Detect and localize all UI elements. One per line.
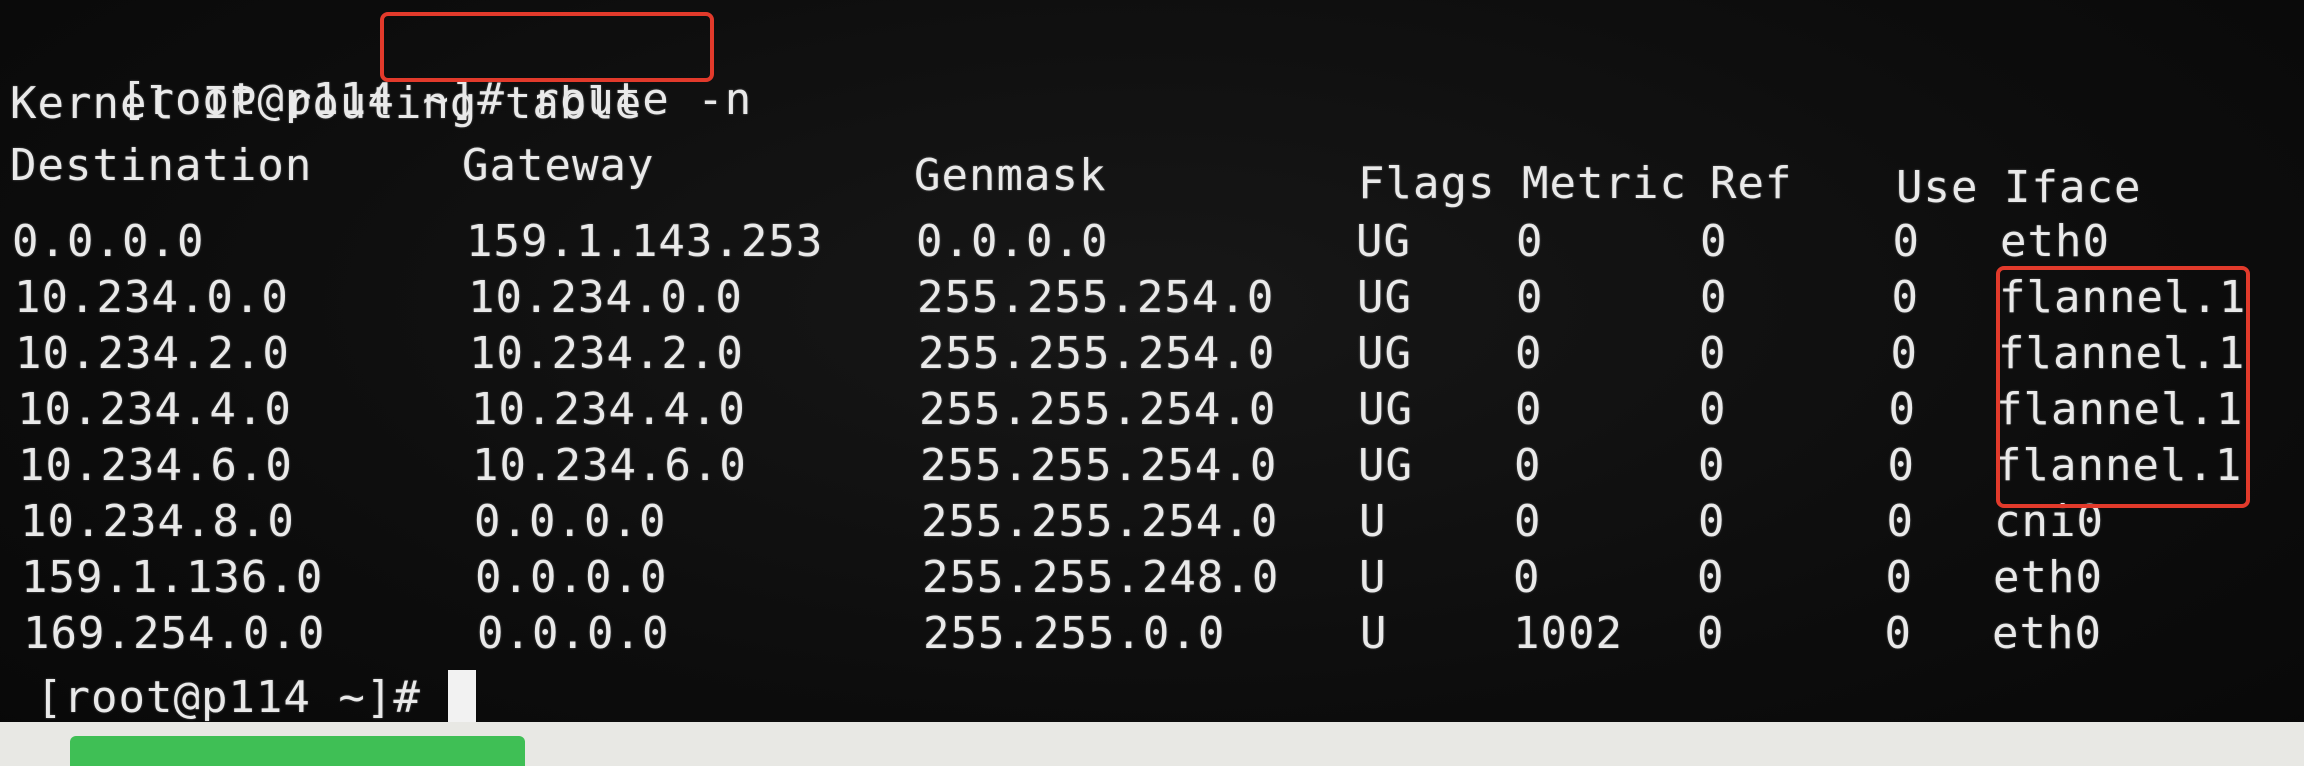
cell-gateway: 10.234.6.0 [472,440,747,491]
cell-destination: 169.254.0.0 [23,608,326,659]
cell-ref: 0 [1697,552,1725,603]
cell-use: 0 [1884,608,1912,659]
cell-metric: 0 [1516,216,1544,267]
cell-destination: 0.0.0.0 [12,216,205,267]
cell-gateway: 0.0.0.0 [475,552,668,603]
cell-destination: 10.234.2.0 [15,328,290,379]
cell-ref: 0 [1698,496,1726,547]
cell-metric: 0 [1514,440,1542,491]
cell-use: 0 [1892,216,1920,267]
header-genmask: Genmask [914,150,1107,201]
cell-flags: U [1359,496,1387,547]
text-cursor [448,670,476,726]
header-flags: Flags [1358,158,1496,209]
cell-destination: 10.234.0.0 [14,272,289,323]
cell-destination: 10.234.8.0 [20,496,295,547]
cell-metric: 0 [1515,328,1543,379]
cell-genmask: 0.0.0.0 [916,216,1109,267]
cell-gateway: 10.234.4.0 [471,384,746,435]
cell-metric: 0 [1513,552,1541,603]
cell-genmask: 255.255.254.0 [919,384,1277,435]
header-gateway: Gateway [462,140,655,191]
cell-flags: UG [1356,216,1411,267]
cell-genmask: 255.255.254.0 [921,496,1279,547]
cell-use: 0 [1891,272,1919,323]
cell-gateway: 159.1.143.253 [466,216,824,267]
cell-use: 0 [1888,384,1916,435]
cell-metric: 0 [1515,384,1543,435]
cell-flags: UG [1357,328,1412,379]
cell-ref: 0 [1699,384,1727,435]
table-title: Kernel IP routing table [10,78,643,129]
cell-ref: 0 [1698,440,1726,491]
cell-metric: 0 [1514,496,1542,547]
cell-genmask: 255.255.254.0 [918,328,1276,379]
cell-flags: UG [1358,440,1413,491]
cell-ref: 0 [1697,608,1725,659]
cell-flags: U [1359,552,1387,603]
header-metric: Metric [1522,158,1687,209]
cell-iface: eth0 [2000,216,2110,267]
cell-metric: 1002 [1513,608,1623,659]
header-use: Use [1896,162,1979,213]
cell-genmask: 255.255.248.0 [922,552,1280,603]
header-destination: Destination [10,140,313,191]
cell-use: 0 [1885,552,1913,603]
command-highlight-box [380,12,714,82]
cell-destination: 159.1.136.0 [21,552,324,603]
cell-flags: U [1360,608,1388,659]
cell-gateway: 10.234.2.0 [469,328,744,379]
taskbar-tab[interactable] [70,736,525,766]
cell-flags: UG [1357,272,1412,323]
cell-use: 0 [1886,496,1914,547]
cell-gateway: 0.0.0.0 [474,496,667,547]
cell-genmask: 255.255.254.0 [920,440,1278,491]
cell-ref: 0 [1700,272,1728,323]
cell-destination: 10.234.6.0 [18,440,293,491]
cell-ref: 0 [1699,328,1727,379]
terminal-window[interactable]: [root@p114 ~]# route -n Kernel IP routin… [0,0,2304,766]
cell-gateway: 0.0.0.0 [477,608,670,659]
cell-metric: 0 [1516,272,1544,323]
header-ref: Ref [1710,158,1793,209]
header-iface: Iface [2004,162,2142,213]
final-prompt: [root@p114 ~]# [36,672,421,723]
cell-gateway: 10.234.0.0 [468,272,743,323]
cell-genmask: 255.255.0.0 [923,608,1226,659]
cell-use: 0 [1887,440,1915,491]
cell-destination: 10.234.4.0 [17,384,292,435]
cell-use: 0 [1890,328,1918,379]
cell-flags: UG [1358,384,1413,435]
cell-iface: eth0 [1992,608,2102,659]
iface-highlight-box [1996,266,2250,508]
cell-ref: 0 [1700,216,1728,267]
cell-genmask: 255.255.254.0 [917,272,1275,323]
cell-iface: eth0 [1993,552,2103,603]
